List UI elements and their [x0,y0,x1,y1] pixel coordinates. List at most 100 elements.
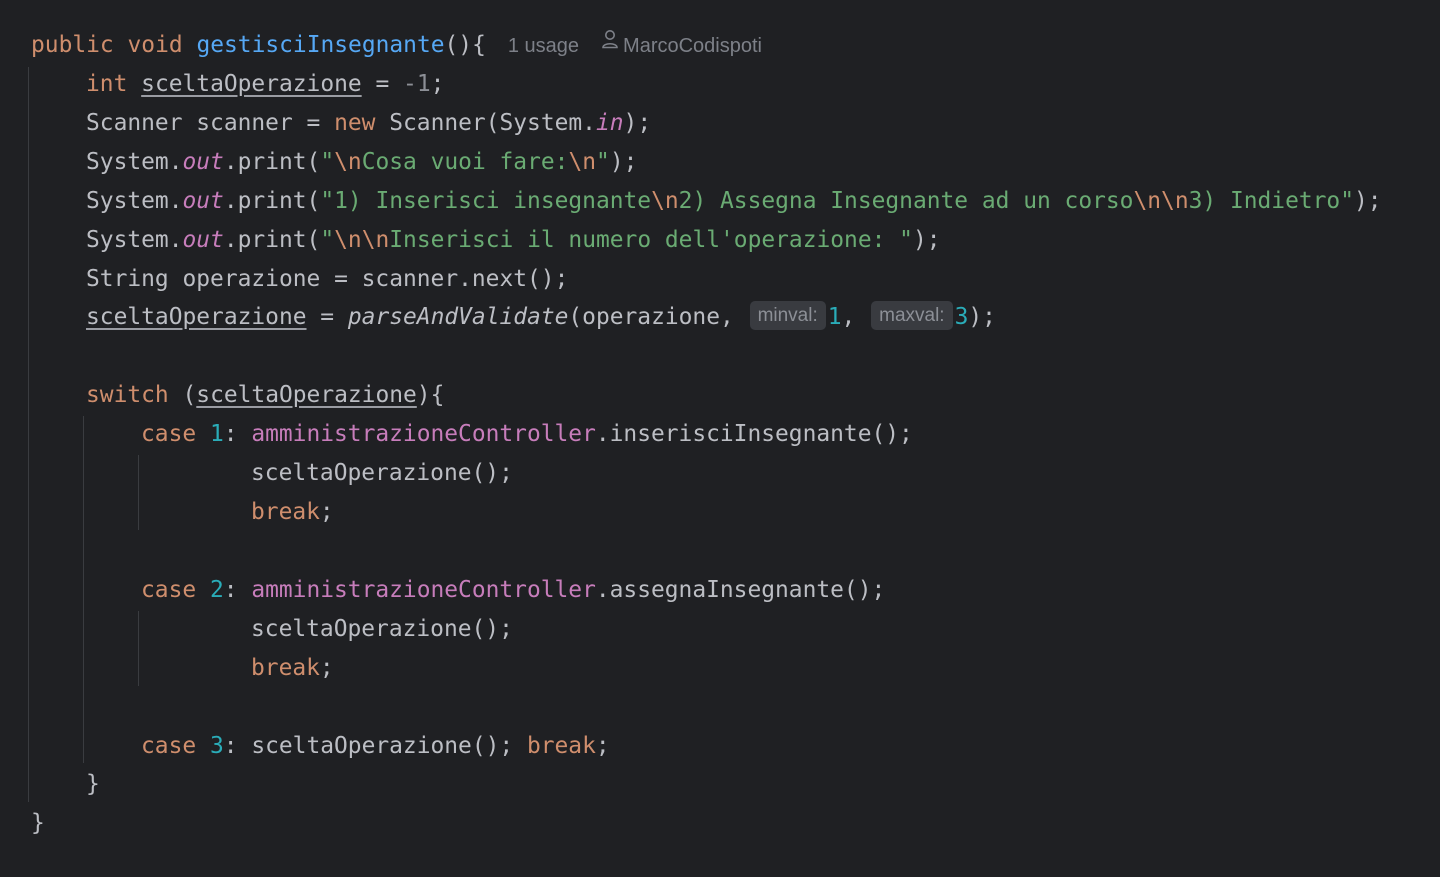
keyword-break: break [251,499,320,525]
indent-guide [138,611,139,686]
string-literal: 3) Indietro" [1188,188,1354,214]
method-close-brace: } [31,810,45,836]
code-editor[interactable]: public void gestisciInsegnante(){1 usage… [0,0,1440,877]
keyword-new: new [334,110,376,136]
case-number: 1 [209,421,224,447]
author-hint[interactable]: MarcoCodispoti [623,35,762,57]
variable-sceltaOperazione: sceltaOperazione [196,382,417,408]
literal-minus-one: -1 [403,71,431,97]
string-literal: "1) Inserisci insegnante [320,188,652,214]
keyword-public: public [31,32,114,58]
method-name: gestisciInsegnante [196,32,445,58]
code-line-case-2-call[interactable]: sceltaOperazione(); [251,610,513,649]
indent-guide [28,67,29,802]
person-icon [601,23,619,62]
case-number: 2 [209,577,224,603]
code-line-method-signature[interactable]: public void gestisciInsegnante(){ 1 usage… [31,26,762,65]
method-call: sceltaOperazione(); [251,460,513,486]
keyword-void: void [127,32,183,58]
escape-seq: \n\n [1133,188,1189,214]
semicolon: ; [430,71,445,97]
static-out: out [182,149,224,175]
case-colon: : [223,577,252,603]
line-end: ); [1354,188,1382,214]
print-call: .print( [223,227,321,253]
keyword-int: int [86,71,128,97]
comma: , [841,304,870,330]
code-line-case-1-break[interactable]: break; [251,493,334,532]
string-quote: " [320,149,335,175]
paren-open: ( [168,382,197,408]
code-line-read-input[interactable]: String operazione = scanner.next(); [86,260,568,299]
escape-seq: \n [651,188,679,214]
print-call: .print( [223,188,321,214]
usage-hint[interactable]: 1 usage [508,35,579,57]
keyword-case: case [141,577,197,603]
line-end: ); [912,227,941,253]
code-line-print-menu[interactable]: System.out.print("1) Inserisci insegnant… [86,182,1382,221]
code-line-case-1-call[interactable]: sceltaOperazione(); [251,454,513,493]
assign-op: = [306,304,348,330]
case-colon: : [223,733,252,759]
code-line-print-prompt[interactable]: System.out.print("\n\nInserisci il numer… [86,221,941,260]
indent-guide [83,416,84,763]
static-out: out [182,227,224,253]
keyword-break: break [251,655,320,681]
keyword-switch: switch [86,382,169,408]
code-line-parse[interactable]: sceltaOperazione = parseAndValidate(oper… [86,298,996,337]
semicolon: ; [595,733,610,759]
static-in: in [595,110,624,136]
keyword-break: break [526,733,596,759]
scanner-ctor: Scanner(System. [375,110,596,136]
read-statement: String operazione = scanner.next(); [86,266,569,292]
number-literal: 1 [827,304,842,330]
code-line-method-close[interactable]: } [31,804,45,843]
function-parseAndValidate: parseAndValidate [347,304,569,330]
method-parens: (){ [444,32,486,58]
static-out: out [182,188,224,214]
string-quote: " [320,227,335,253]
keyword-case: case [141,421,197,447]
method-call: sceltaOperazione(); [251,616,513,642]
field-controller: amministrazioneController [251,577,596,603]
method-call: .assegnaInsegnante(); [595,577,886,603]
code-line-case-2[interactable]: case 2: amministrazioneController.assegn… [141,571,885,610]
escape-seq: \n\n [334,227,390,253]
variable-sceltaOperazione: sceltaOperazione [86,304,307,330]
param-hint-minval: minval: [749,301,826,330]
code-line-switch[interactable]: switch (sceltaOperazione){ [86,376,444,415]
line-end: ); [623,110,652,136]
string-literal: 2) Assegna Insegnante ad un corso [678,188,1134,214]
call-args: (operazione, [568,304,748,330]
code-line-case-2-break[interactable]: break; [251,649,334,688]
code-line-print-cosa[interactable]: System.out.print("\nCosa vuoi fare:\n"); [86,143,637,182]
line-end: ); [968,304,996,330]
code-line-case-3[interactable]: case 3: sceltaOperazione(); break; [141,727,610,766]
switch-open-brace: ){ [416,382,445,408]
assign-op: = [361,71,404,97]
system-ref: System. [86,188,183,214]
field-controller: amministrazioneController [251,421,596,447]
string-literal: Cosa vuoi fare: [361,149,569,175]
code-line-scanner[interactable]: Scanner scanner = new Scanner(System.in)… [86,104,651,143]
system-ref: System. [86,227,183,253]
semicolon: ; [319,655,334,681]
code-line-case-1[interactable]: case 1: amministrazioneController.inseri… [141,415,913,454]
code-line-switch-close[interactable]: } [86,765,100,804]
string-quote: " [596,149,610,175]
number-literal: 3 [954,304,969,330]
switch-close-brace: } [86,771,100,797]
escape-seq: \n [568,149,597,175]
code-line-int-declaration[interactable]: int sceltaOperazione = -1; [86,65,444,104]
system-ref: System. [86,149,183,175]
string-literal: Inserisci il numero dell'operazione: " [389,227,913,253]
variable-sceltaOperazione: sceltaOperazione [141,71,362,97]
method-call: sceltaOperazione(); [251,733,527,759]
case-colon: : [223,421,252,447]
case-number: 3 [209,733,224,759]
keyword-case: case [141,733,197,759]
method-call: .inserisciInsegnante(); [595,421,913,447]
semicolon: ; [319,499,334,525]
indent-guide [138,455,139,530]
print-call: .print( [223,149,321,175]
